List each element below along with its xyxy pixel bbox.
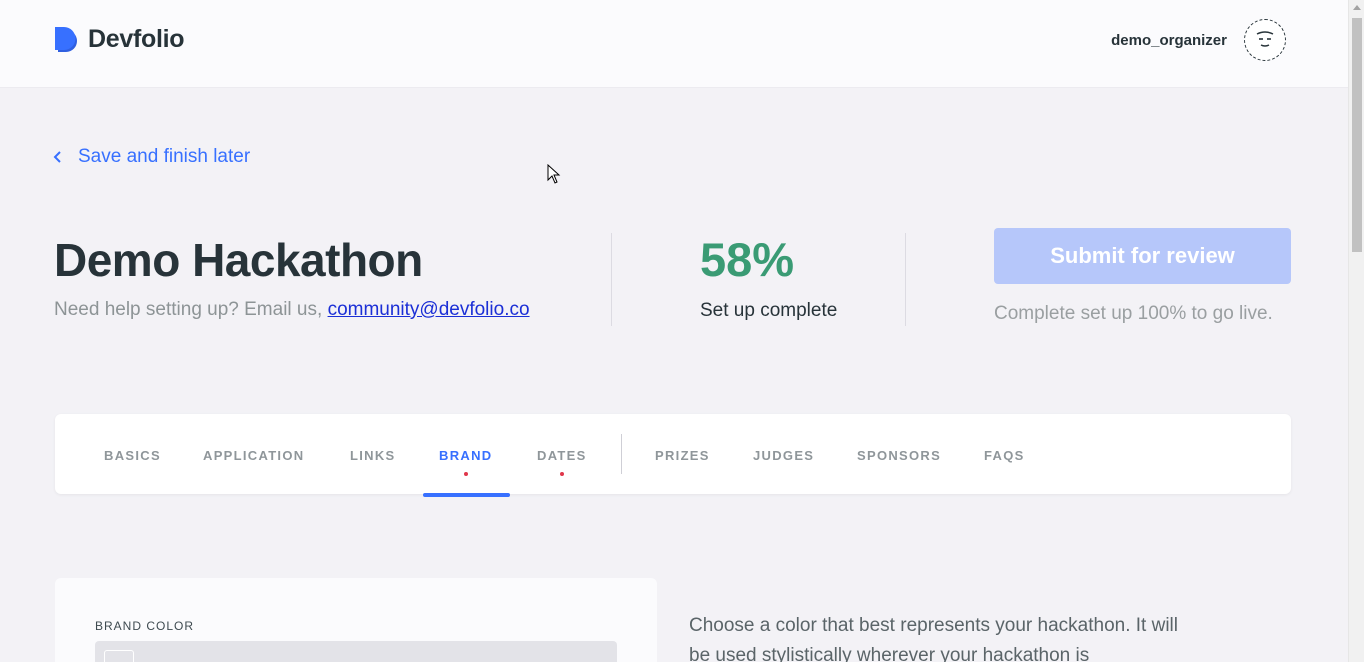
submit-for-review-button[interactable]: Submit for review: [994, 228, 1291, 284]
back-link-label: Save and finish later: [78, 146, 251, 167]
header-divider: [611, 233, 612, 326]
logo-text: Devfolio: [88, 25, 185, 53]
face-avatar-icon[interactable]: [1244, 19, 1286, 61]
hackathon-title: Demo Hackathon: [54, 234, 423, 286]
save-and-finish-later-link[interactable]: Save and finish later: [52, 146, 250, 168]
tab-application[interactable]: APPLICATION: [203, 448, 304, 463]
scroll-up-arrow-icon[interactable]: [1353, 5, 1361, 10]
username[interactable]: demo_organizer: [1111, 32, 1227, 49]
header-divider: [905, 233, 906, 326]
setup-tabs: BASICS APPLICATION LINKS BRAND DATES PRI…: [55, 414, 1291, 497]
mouse-cursor-icon: [547, 164, 561, 184]
help-prefix: Need help setting up? Email us,: [54, 299, 328, 320]
tab-sponsors[interactable]: SPONSORS: [857, 448, 941, 463]
tab-faqs[interactable]: FAQS: [984, 448, 1025, 463]
page-scrollbar[interactable]: [1348, 0, 1364, 662]
avatar-face-icon: [1256, 31, 1274, 47]
submit-note: Complete set up 100% to go live.: [994, 303, 1273, 324]
chevron-left-icon: [53, 151, 61, 163]
tab-prizes[interactable]: PRIZES: [655, 448, 710, 463]
tab-brand[interactable]: BRAND: [439, 448, 492, 463]
devfolio-logo-icon: [55, 27, 77, 52]
help-text: Need help setting up? Email us, communit…: [54, 299, 530, 321]
setup-percentage: 58%: [700, 233, 795, 286]
brand-color-card: BRAND COLOR: [55, 578, 657, 662]
tab-dates[interactable]: DATES: [537, 448, 587, 463]
tabs-divider: [621, 434, 622, 474]
help-email-link[interactable]: community@devfolio.co: [328, 299, 530, 320]
brand-color-input[interactable]: [95, 641, 617, 662]
color-swatch[interactable]: [104, 650, 134, 662]
brand-color-description: Choose a color that best represents your…: [689, 615, 1178, 662]
tab-dates-incomplete-dot: [560, 472, 564, 476]
devfolio-logo[interactable]: Devfolio: [54, 25, 185, 54]
user-menu[interactable]: demo_organizer: [1111, 19, 1286, 61]
brand-color-label: BRAND COLOR: [95, 619, 195, 633]
setup-percentage-label: Set up complete: [700, 300, 838, 321]
tab-brand-incomplete-dot: [464, 472, 468, 476]
scrollbar-thumb[interactable]: [1352, 18, 1362, 252]
tab-links[interactable]: LINKS: [350, 448, 396, 463]
top-header: Devfolio demo_organizer: [0, 0, 1348, 88]
active-tab-indicator: [423, 493, 510, 497]
tab-judges[interactable]: JUDGES: [753, 448, 814, 463]
tab-basics[interactable]: BASICS: [104, 448, 161, 463]
